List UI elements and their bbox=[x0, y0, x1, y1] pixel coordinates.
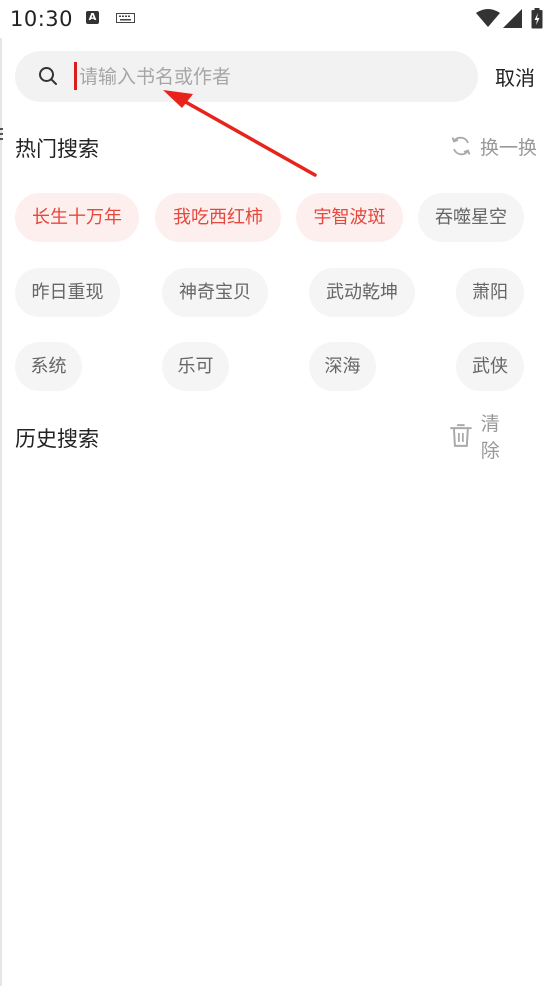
history-search-title: 历史搜索 bbox=[15, 427, 99, 451]
hot-keyword-chip[interactable]: 昨日重现 bbox=[15, 268, 120, 317]
trash-icon bbox=[450, 424, 472, 447]
search-icon bbox=[39, 67, 57, 85]
hot-search-title: 热门搜索 bbox=[15, 137, 99, 161]
hot-keyword-chip[interactable]: 我吃西红柿 bbox=[155, 193, 281, 242]
refresh-icon bbox=[451, 136, 471, 156]
hot-keyword-chip[interactable]: 吞噬星空 bbox=[418, 193, 524, 242]
refresh-label: 换一换 bbox=[480, 136, 538, 159]
cancel-button[interactable]: 取消 bbox=[495, 62, 535, 91]
hot-keyword-chip[interactable]: 武侠 bbox=[456, 342, 524, 391]
status-time: 10:30 bbox=[10, 7, 74, 31]
hot-keyword-chip[interactable]: 萧阳 bbox=[456, 268, 524, 317]
signal-icon bbox=[503, 9, 522, 28]
clear-history-button[interactable]: 清除 bbox=[450, 413, 554, 462]
hot-keyword-chip[interactable]: 长生十万年 bbox=[15, 193, 139, 242]
hot-keyword-chip[interactable]: 乐可 bbox=[162, 342, 229, 391]
edge-handle-icon bbox=[0, 128, 3, 148]
left-edge-divider bbox=[0, 38, 2, 986]
clear-history-label: 清除 bbox=[480, 413, 518, 462]
battery-icon bbox=[531, 8, 543, 29]
hot-keyword-chip[interactable]: 系统 bbox=[15, 342, 82, 391]
hot-keyword-chip[interactable]: 武动乾坤 bbox=[309, 268, 415, 317]
search-input[interactable] bbox=[79, 51, 459, 102]
text-cursor bbox=[74, 62, 77, 90]
status-bar: 10:30 A bbox=[0, 0, 554, 38]
hot-keyword-chip[interactable]: 宇智波斑 bbox=[296, 193, 403, 242]
a-notification-icon: A bbox=[86, 11, 99, 24]
wifi-icon bbox=[476, 9, 500, 27]
refresh-button[interactable]: 换一换 bbox=[450, 133, 537, 159]
keyboard-icon bbox=[116, 13, 135, 23]
search-box[interactable] bbox=[15, 51, 478, 102]
hot-keyword-chip[interactable]: 深海 bbox=[309, 342, 376, 391]
hot-keyword-chip[interactable]: 神奇宝贝 bbox=[162, 268, 268, 317]
